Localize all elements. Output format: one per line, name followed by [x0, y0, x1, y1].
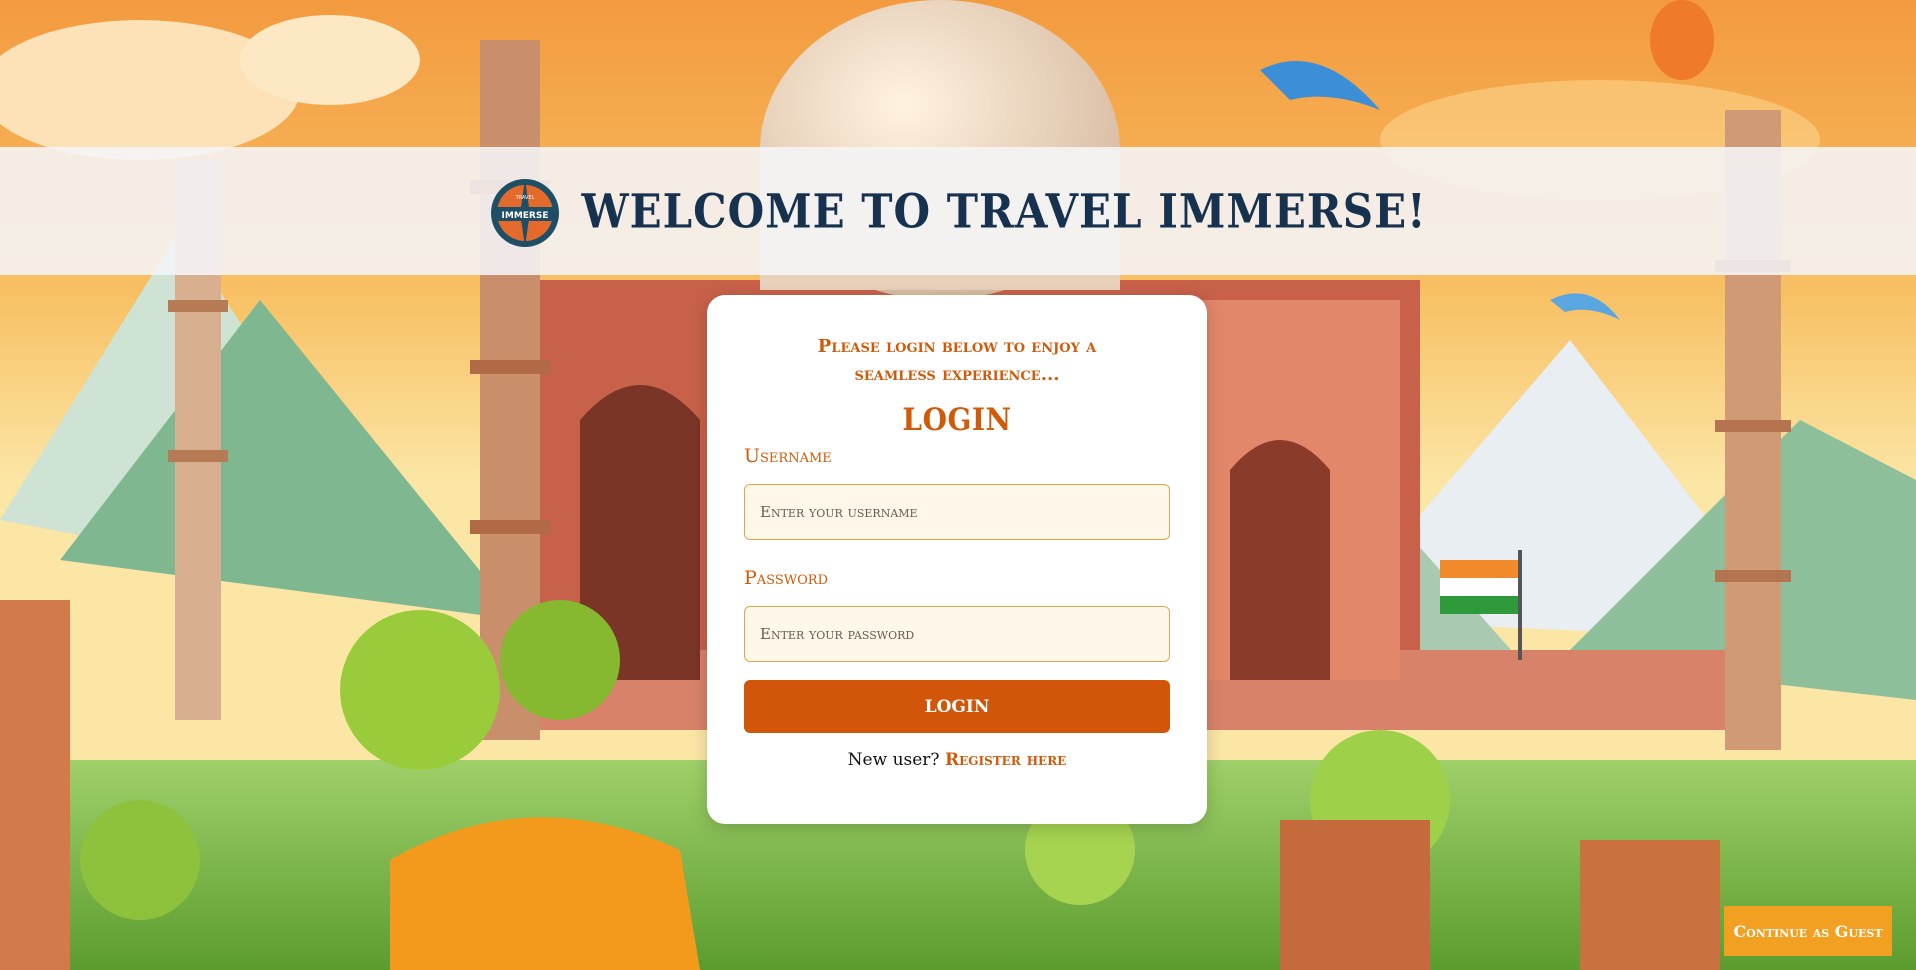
login-button[interactable]: LOGIN [744, 680, 1170, 733]
register-prompt: New user? Register here [744, 750, 1170, 770]
logo-text: IMMERSE [502, 211, 549, 221]
page-title: WELCOME TO TRAVEL IMMERSE! [581, 183, 1427, 239]
header-banner: IMMERSE TRAVEL WELCOME TO TRAVEL IMMERSE… [0, 147, 1916, 275]
continue-as-guest-button[interactable]: Continue as Guest [1724, 906, 1892, 956]
username-label: Username [744, 445, 832, 467]
login-card: Please login below to enjoy a seamless e… [707, 295, 1207, 824]
login-page: IMMERSE TRAVEL WELCOME TO TRAVEL IMMERSE… [0, 0, 1916, 970]
password-input[interactable] [744, 606, 1170, 662]
username-input[interactable] [744, 484, 1170, 540]
logo-text-top: TRAVEL [515, 195, 535, 201]
register-link[interactable]: Register here [945, 750, 1066, 770]
login-heading: LOGIN [902, 401, 1012, 438]
password-label: Password [744, 567, 828, 589]
new-user-text: New user? [847, 750, 940, 770]
compass-emblem-icon: IMMERSE TRAVEL [491, 179, 560, 247]
login-tagline: Please login below to enjoy a seamless e… [817, 336, 1097, 385]
